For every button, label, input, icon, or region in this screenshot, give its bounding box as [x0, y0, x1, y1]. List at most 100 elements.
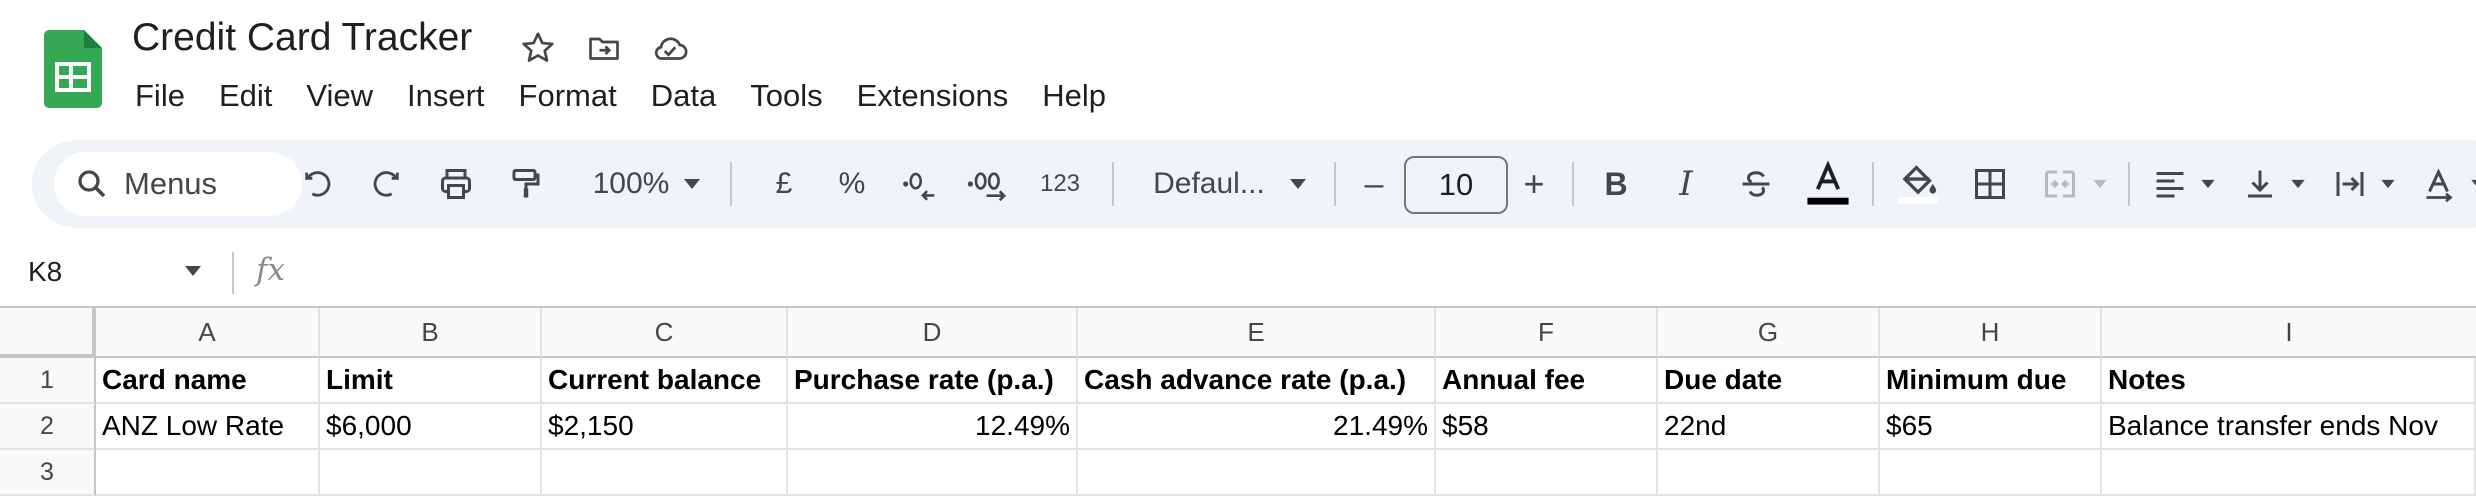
menu-extensions[interactable]: Extensions	[840, 72, 1026, 120]
decrease-decimal-icon[interactable]	[892, 140, 948, 228]
merge-cells-icon	[2032, 140, 2088, 228]
cell-d3[interactable]	[788, 450, 1078, 496]
document-title[interactable]: Credit Card Tracker	[132, 16, 472, 60]
cell-b2[interactable]: $6,000	[320, 404, 542, 450]
cell-h2[interactable]: $65	[1880, 404, 2102, 450]
vertical-align-icon[interactable]	[2232, 140, 2288, 228]
chevron-down-icon	[2086, 140, 2114, 228]
menu-format[interactable]: Format	[502, 72, 634, 120]
chevron-down-icon[interactable]	[2194, 140, 2222, 228]
cell-c3[interactable]	[542, 450, 788, 496]
toolbar-divider	[730, 162, 732, 206]
chevron-down-icon[interactable]	[1278, 140, 1318, 228]
column-header-a[interactable]: A	[96, 308, 320, 358]
cell-e3[interactable]	[1078, 450, 1436, 496]
select-all-corner[interactable]	[0, 308, 96, 358]
column-header-e[interactable]: E	[1078, 308, 1436, 358]
increase-font-size-button[interactable]: +	[1510, 140, 1558, 228]
column-header-f[interactable]: F	[1436, 308, 1658, 358]
print-icon[interactable]	[428, 140, 484, 228]
star-icon[interactable]	[516, 26, 560, 70]
cell-f2[interactable]: $58	[1436, 404, 1658, 450]
row-header-1[interactable]: 1	[0, 358, 96, 404]
text-color-icon[interactable]	[1798, 140, 1858, 228]
search-icon	[78, 170, 106, 198]
sheets-logo-icon[interactable]	[44, 30, 102, 108]
move-to-folder-icon[interactable]	[582, 26, 626, 70]
menu-data[interactable]: Data	[634, 72, 733, 120]
zoom-value: 100%	[592, 167, 670, 200]
redo-icon[interactable]	[358, 140, 414, 228]
menu-insert[interactable]: Insert	[390, 72, 502, 120]
number-format-button[interactable]: 123	[1028, 140, 1092, 228]
cell-f1[interactable]: Annual fee	[1436, 358, 1658, 404]
cell-b3[interactable]	[320, 450, 542, 496]
cell-g1[interactable]: Due date	[1658, 358, 1880, 404]
cloud-saved-icon[interactable]	[648, 26, 692, 70]
cell-d1[interactable]: Purchase rate (p.a.)	[788, 358, 1078, 404]
horizontal-align-icon[interactable]	[2142, 140, 2198, 228]
cell-i2[interactable]: Balance transfer ends Nov	[2102, 404, 2476, 450]
toolbar: Menus 100% £ % 123 Defaul... – 10 + B I	[32, 140, 2476, 228]
plus-label: +	[1523, 163, 1545, 204]
menus-search[interactable]: Menus	[54, 152, 302, 216]
cell-c2[interactable]: $2,150	[542, 404, 788, 450]
font-family-select[interactable]: Defaul...	[1134, 140, 1284, 228]
menu-view[interactable]: View	[289, 72, 390, 120]
number-format-label: 123	[1039, 170, 1081, 197]
chevron-down-icon[interactable]	[2284, 140, 2312, 228]
font-family-value: Defaul...	[1153, 167, 1265, 200]
chevron-down-icon[interactable]	[2374, 140, 2402, 228]
italic-icon[interactable]: I	[1658, 140, 1714, 228]
column-header-c[interactable]: C	[542, 308, 788, 358]
cell-a1[interactable]: Card name	[96, 358, 320, 404]
column-header-i[interactable]: I	[2102, 308, 2476, 358]
menu-tools[interactable]: Tools	[733, 72, 839, 120]
bold-icon[interactable]: B	[1588, 140, 1644, 228]
column-header-g[interactable]: G	[1658, 308, 1880, 358]
increase-decimal-icon[interactable]	[960, 140, 1016, 228]
chevron-down-icon[interactable]	[672, 140, 712, 228]
column-header-d[interactable]: D	[788, 308, 1078, 358]
menu-help[interactable]: Help	[1025, 72, 1123, 120]
cell-f3[interactable]	[1436, 450, 1658, 496]
row-header-3[interactable]: 3	[0, 450, 96, 496]
fill-color-icon[interactable]	[1888, 140, 1948, 228]
decrease-font-size-button[interactable]: –	[1350, 140, 1398, 228]
font-size-input[interactable]: 10	[1404, 156, 1508, 214]
search-placeholder: Menus	[124, 166, 218, 201]
menu-edit[interactable]: Edit	[202, 72, 289, 120]
cell-a3[interactable]	[96, 450, 320, 496]
percent-format-button[interactable]: %	[824, 140, 880, 228]
minus-label: –	[1364, 164, 1384, 203]
borders-icon[interactable]	[1962, 140, 2018, 228]
column-header-b[interactable]: B	[320, 308, 542, 358]
text-wrapping-icon[interactable]	[2322, 140, 2378, 228]
cell-a2[interactable]: ANZ Low Rate	[96, 404, 320, 450]
row-header-2[interactable]: 2	[0, 404, 96, 450]
spreadsheet-grid: A B C D E F G H I 1 2 3 Card name Limit …	[0, 306, 2476, 504]
cell-b1[interactable]: Limit	[320, 358, 542, 404]
percent-label: %	[838, 167, 866, 200]
undo-icon[interactable]	[290, 140, 346, 228]
strikethrough-icon[interactable]	[1728, 140, 1784, 228]
cell-i1[interactable]: Notes	[2102, 358, 2476, 404]
cell-h3[interactable]	[1880, 450, 2102, 496]
name-box[interactable]: K8	[28, 256, 62, 288]
text-rotation-icon[interactable]	[2412, 140, 2468, 228]
cell-d2[interactable]: 12.49%	[788, 404, 1078, 450]
paint-format-icon[interactable]	[498, 140, 554, 228]
menu-file[interactable]: File	[118, 72, 202, 120]
cell-g2[interactable]: 22nd	[1658, 404, 1880, 450]
cell-e2[interactable]: 21.49%	[1078, 404, 1436, 450]
toolbar-divider	[1334, 162, 1336, 206]
column-header-h[interactable]: H	[1880, 308, 2102, 358]
cell-g3[interactable]	[1658, 450, 1880, 496]
cell-e1[interactable]: Cash advance rate (p.a.)	[1078, 358, 1436, 404]
cell-i3[interactable]	[2102, 450, 2476, 496]
cell-h1[interactable]: Minimum due	[1880, 358, 2102, 404]
chevron-down-icon[interactable]	[2464, 140, 2476, 228]
currency-format-button[interactable]: £	[756, 140, 812, 228]
cell-c1[interactable]: Current balance	[542, 358, 788, 404]
chevron-down-icon[interactable]	[184, 264, 202, 282]
